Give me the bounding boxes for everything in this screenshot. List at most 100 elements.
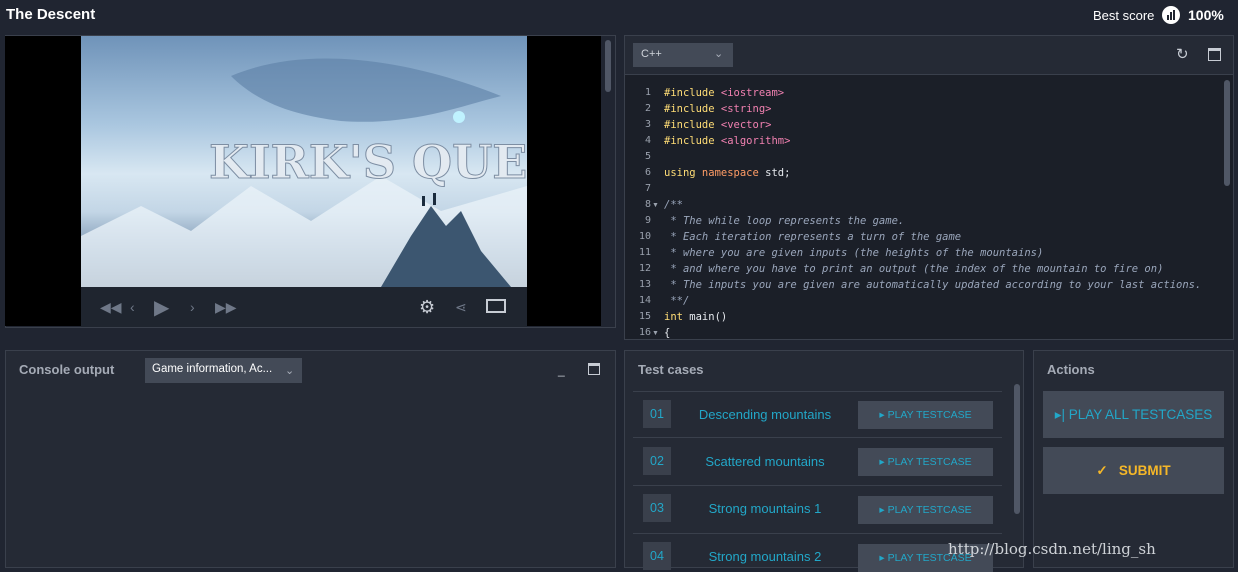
step-back-icon[interactable]: ‹ [130,299,135,315]
fold-arrow-icon[interactable]: ▼ [652,202,659,209]
line-number: 3 [644,119,651,130]
code-comment: * Each iteration represents a turn of th… [664,231,962,243]
line-number: 12 [638,263,651,274]
testcases-title: Test cases [638,362,704,377]
play-testcase-button[interactable]: ▸ PLAY TESTCASE [858,496,993,524]
submit-label: SUBMIT [1118,463,1171,478]
testcase-name: Strong mountains 1 [708,501,822,516]
play-testcase-label: PLAY TESTCASE [887,504,972,516]
row-divider [633,391,1002,392]
line-number: 9 [644,215,651,226]
submit-button[interactable]: ✓ SUBMIT [1043,447,1224,494]
play-testcase-button[interactable]: ▸ PLAY TESTCASE [858,448,993,476]
viewer-scrollbar[interactable] [605,40,611,92]
line-number: 14 [638,295,651,306]
editor-scrollbar[interactable] [1224,80,1230,186]
reset-icon[interactable]: ↻ [1176,45,1189,63]
line-number: 2 [644,103,651,114]
code-comment: * The inputs you are given are automatic… [664,279,1202,291]
play-testcase-label: PLAY TESTCASE [887,409,972,421]
line-number: 13 [638,279,651,290]
code-token: namespace [695,167,759,179]
code-token: int [664,311,683,323]
code-token: <iostream> [714,87,785,99]
play-all-testcases-button[interactable]: ▸| PLAY ALL TESTCASES [1043,391,1224,438]
code-comment: * The while loop represents the game. [664,215,905,227]
code-comment: * where you are given inputs (the height… [664,247,1044,259]
rewind-icon[interactable]: ◀◀ [100,299,122,316]
row-divider [633,437,1002,438]
app-title: The Descent [6,6,96,23]
testcase-name: Strong mountains 2 [708,549,822,564]
game-title-logo: KIRK'S QUEST [209,135,527,189]
line-number: 16 [638,327,651,338]
line-number: 4 [644,135,651,146]
console-filter-select[interactable]: Game information, Ac... [145,358,302,383]
testcase-name: Scattered mountains [705,454,825,469]
code-token: <string> [714,103,772,115]
code-token: #include [664,119,715,131]
line-number: 10 [638,231,651,242]
line-number: 5 [644,151,651,162]
code-line: #include <iostream> [664,87,784,99]
testcase-number: 03 [643,494,671,522]
code-token: #include [664,87,715,99]
play-testcase-button[interactable]: ▸ PLAY TESTCASE [858,401,993,429]
settings-gear-icon[interactable]: ⚙ [419,297,435,318]
share-icon[interactable]: ⋖ [455,299,467,316]
line-number: 7 [644,183,651,194]
line-number: 11 [638,247,651,258]
best-score-value: 100% [1188,7,1224,23]
chevron-down-icon: ⌄ [285,365,295,377]
code-token: std; [758,167,791,179]
code-token: using [664,167,696,179]
line-number: 6 [644,167,651,178]
play-all-icon: ▸| [1054,407,1069,422]
checkmark-icon: ✓ [1096,463,1119,478]
minimize-icon[interactable]: _ [558,363,565,377]
play-icon: ▸ [879,456,888,468]
bar-chart-icon [1162,6,1180,24]
best-score-label: Best score [1093,8,1155,23]
fullscreen-icon[interactable] [486,299,506,313]
code-line: #include <string> [664,103,771,115]
chevron-down-icon: ⌄ [714,48,724,60]
play-icon: ▸ [879,552,888,564]
row-divider [633,485,1002,486]
maximize-icon[interactable] [1208,48,1221,61]
console-panel [5,350,616,568]
console-title: Console output [19,362,115,377]
code-line: using namespace std; [664,167,790,179]
code-comment: /** [664,199,683,211]
play-all-label: PLAY ALL TESTCASES [1068,407,1213,422]
line-number: 8 [644,199,651,210]
testcase-number: 04 [643,542,671,570]
fold-arrow-icon[interactable]: ▼ [652,330,659,337]
testcase-number: 01 [643,400,671,428]
code-token: #include [664,103,715,115]
line-number: 15 [638,311,651,322]
code-line: #include <vector> [664,119,771,131]
player-controls: ◀◀ ‹ ▶ › ▶▶ ⚙ ⋖ [81,287,527,327]
testcase-name: Descending mountains [698,407,832,422]
line-number: 1 [644,87,651,98]
code-token: <vector> [714,119,772,131]
play-testcase-label: PLAY TESTCASE [887,456,972,468]
code-comment: **/ [664,295,690,307]
code-token: #include [664,135,715,147]
code-line: #include <algorithm> [664,135,790,147]
testcase-number: 02 [643,447,671,475]
code-token: <algorithm> [714,135,791,147]
play-icon[interactable]: ▶ [154,295,169,320]
code-line: int main() [664,311,727,323]
testcases-scrollbar[interactable] [1014,384,1020,514]
fast-forward-icon[interactable]: ▶▶ [215,299,237,316]
code-token: main() [682,311,728,323]
code-line: { [664,327,671,339]
maximize-icon[interactable] [588,363,600,375]
watermark: http://blog.csdn.net/ling_sh [948,540,1156,558]
actions-title: Actions [1047,362,1095,377]
play-icon: ▸ [879,409,888,421]
step-forward-icon[interactable]: › [190,299,195,315]
row-divider [633,533,1002,534]
